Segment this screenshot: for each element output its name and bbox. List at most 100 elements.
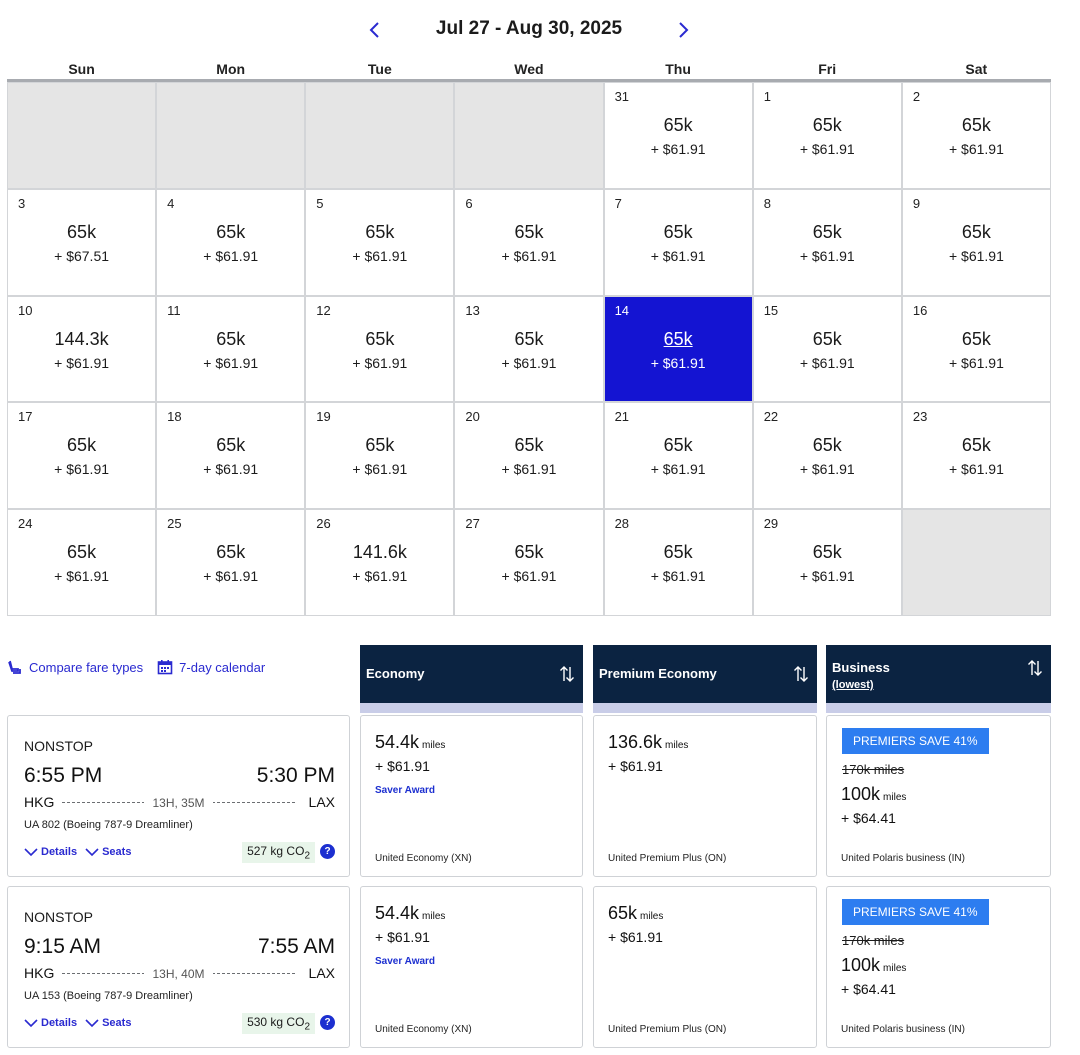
co2-info-icon[interactable]: ? — [320, 844, 335, 859]
day-miles-price: 65k — [663, 542, 693, 563]
calendar-empty-cell — [902, 510, 1050, 615]
day-miles-price: 65k — [365, 221, 395, 242]
calendar-day[interactable]: 24 65k + $61.91 — [8, 510, 156, 615]
day-miles-price: 65k — [514, 542, 544, 563]
economy-column-stripe — [360, 703, 583, 713]
premium-miles-value: 136.6k — [608, 732, 663, 752]
co2-value: 527 kg CO — [247, 844, 305, 858]
flight-card[interactable]: NONSTOP 6:55 PM 5:30 PM HKG 13H, 35M LAX… — [7, 715, 350, 877]
duration-wrap: 13H, 35M — [8, 794, 349, 812]
day-fee: + $61.91 — [203, 568, 259, 585]
premium-economy-column-header[interactable]: Premium Economy — [593, 645, 817, 713]
day-number: 9 — [912, 195, 921, 211]
date-range-title: Jul 27 - Aug 30, 2025 — [435, 18, 623, 39]
day-miles-price: 65k — [663, 435, 693, 456]
economy-column-header[interactable]: Economy — [360, 645, 583, 713]
business-lowest-link[interactable]: (lowest) — [832, 679, 874, 691]
premium-economy-fare-card[interactable]: 136.6k miles + $61.91 United Premium Plus… — [593, 715, 817, 877]
day-number: 14 — [614, 302, 630, 318]
day-fee: + $61.91 — [352, 461, 408, 478]
calendar-day[interactable]: 20 65k + $61.91 — [455, 403, 603, 509]
calendar-day[interactable]: 13 65k + $61.91 — [455, 296, 603, 402]
seats-toggle[interactable]: Seats — [85, 846, 131, 858]
day-miles-price: 65k — [514, 328, 544, 349]
calendar-day[interactable]: 6 65k + $61.91 — [455, 189, 603, 295]
day-miles-price: 65k — [812, 115, 842, 135]
seats-toggle[interactable]: Seats — [85, 1017, 131, 1029]
saver-award-label: Saver Award — [375, 785, 436, 796]
departure-time: 6:55 PM — [24, 764, 103, 787]
day-number: 3 — [18, 195, 26, 211]
economy-fare-card[interactable]: 54.4k miles + $61.91 Saver Award United E… — [360, 715, 583, 877]
calendar-day-selected[interactable]: 14 65k + $61.91 — [604, 296, 752, 402]
previous-range-button[interactable] — [360, 14, 388, 46]
day-fee: + $61.91 — [352, 568, 408, 585]
business-fare-card[interactable]: PREMIERS SAVE 41% 170k miles 100k miles +… — [826, 715, 1051, 877]
calendar-day[interactable]: 4 65k + $61.91 — [157, 189, 305, 295]
destination-airport: LAX — [308, 965, 335, 981]
calendar-day[interactable]: 31 65k + $61.91 — [604, 83, 752, 188]
calendar-day[interactable]: 2 65k + $61.91 — [902, 83, 1050, 188]
day-number: 2 — [912, 89, 921, 104]
calendar-day[interactable]: 5 65k + $61.91 — [306, 189, 454, 295]
economy-miles-value: 54.4k — [375, 732, 420, 752]
compare-fare-types-link[interactable]: Compare fare types — [7, 659, 143, 675]
day-miles-price: 141.6k — [352, 542, 407, 563]
day-miles-price: 65k — [812, 328, 842, 349]
weekday-tue: Tue — [367, 61, 392, 77]
calendar-day[interactable]: 25 65k + $61.91 — [157, 510, 305, 615]
calendar-day[interactable]: 3 65k + $67.51 — [8, 189, 156, 295]
flight-equipment: UA 802 (Boeing 787-9 Dreamliner) — [24, 819, 193, 831]
business-miles-value: 100k — [841, 784, 881, 804]
day-miles-price: 65k — [812, 221, 842, 242]
calendar-day[interactable]: 21 65k + $61.91 — [604, 403, 752, 509]
saver-award-label: Saver Award — [375, 956, 436, 967]
calendar-day[interactable]: 9 65k + $61.91 — [902, 189, 1050, 295]
day-miles-price: 65k — [67, 221, 97, 242]
flight-card[interactable]: NONSTOP 9:15 AM 7:55 AM HKG 13H, 40M LAX… — [7, 886, 350, 1048]
duration-wrap: 13H, 40M — [8, 965, 349, 983]
day-fee: + $61.91 — [54, 461, 110, 478]
calendar-day[interactable]: 22 65k + $61.91 — [753, 403, 901, 509]
business-cabin-code: United Polaris business (IN) — [841, 1024, 965, 1035]
sort-icon — [560, 666, 574, 682]
calendar-day[interactable]: 1 65k + $61.91 — [753, 83, 901, 188]
details-toggle[interactable]: Details — [24, 1017, 77, 1029]
calendar-day[interactable]: 26 141.6k + $61.91 — [306, 510, 454, 615]
calendar-day[interactable]: 17 65k + $61.91 — [8, 403, 156, 509]
calendar-day[interactable]: 10 144.3k + $61.91 — [8, 296, 156, 402]
day-fee: + $61.91 — [948, 461, 1004, 478]
premium-economy-column-stripe — [593, 703, 817, 713]
day-fee: + $61.91 — [799, 568, 855, 585]
details-toggle[interactable]: Details — [24, 846, 77, 858]
calendar-day[interactable]: 27 65k + $61.91 — [455, 510, 603, 615]
economy-fare-card[interactable]: 54.4k miles + $61.91 Saver Award United E… — [360, 886, 583, 1048]
business-fare-card[interactable]: PREMIERS SAVE 41% 170k miles 100k miles +… — [826, 886, 1051, 1048]
calendar-day[interactable]: 23 65k + $61.91 — [902, 403, 1050, 509]
next-range-button[interactable] — [670, 14, 698, 46]
co2-info-icon[interactable]: ? — [320, 1015, 335, 1030]
calendar-day[interactable]: 19 65k + $61.91 — [306, 403, 454, 509]
day-miles-price: 65k — [663, 115, 693, 135]
business-column-header[interactable]: Business (lowest) — [826, 645, 1051, 713]
calendar-day[interactable]: 12 65k + $61.91 — [306, 296, 454, 402]
calendar-day[interactable]: 28 65k + $61.91 — [604, 510, 752, 615]
day-number: 4 — [167, 195, 175, 211]
calendar-day[interactable]: 11 65k + $61.91 — [157, 296, 305, 402]
calendar-day[interactable]: 29 65k + $61.91 — [753, 510, 901, 615]
premium-economy-fare-card[interactable]: 65k miles + $61.91 United Premium Plus (O… — [593, 886, 817, 1048]
chevron-right-icon — [679, 22, 689, 38]
day-number: 26 — [316, 516, 331, 532]
premium-miles-unit: miles — [665, 740, 689, 751]
departure-time: 9:15 AM — [24, 935, 102, 958]
calendar-day[interactable]: 18 65k + $61.91 — [157, 403, 305, 509]
calendar-day[interactable]: 7 65k + $61.91 — [604, 189, 752, 295]
business-miles: 100k miles — [841, 955, 906, 976]
calendar-day[interactable]: 15 65k + $61.91 — [753, 296, 901, 402]
day-fee: + $61.91 — [650, 141, 706, 157]
day-fee: + $61.91 — [799, 141, 855, 157]
calendar-day[interactable]: 16 65k + $61.91 — [902, 296, 1050, 402]
seven-day-calendar-link[interactable]: 7-day calendar — [157, 659, 265, 675]
calendar-day[interactable]: 8 65k + $61.91 — [753, 189, 901, 295]
flight-links: Details Seats — [24, 846, 131, 858]
